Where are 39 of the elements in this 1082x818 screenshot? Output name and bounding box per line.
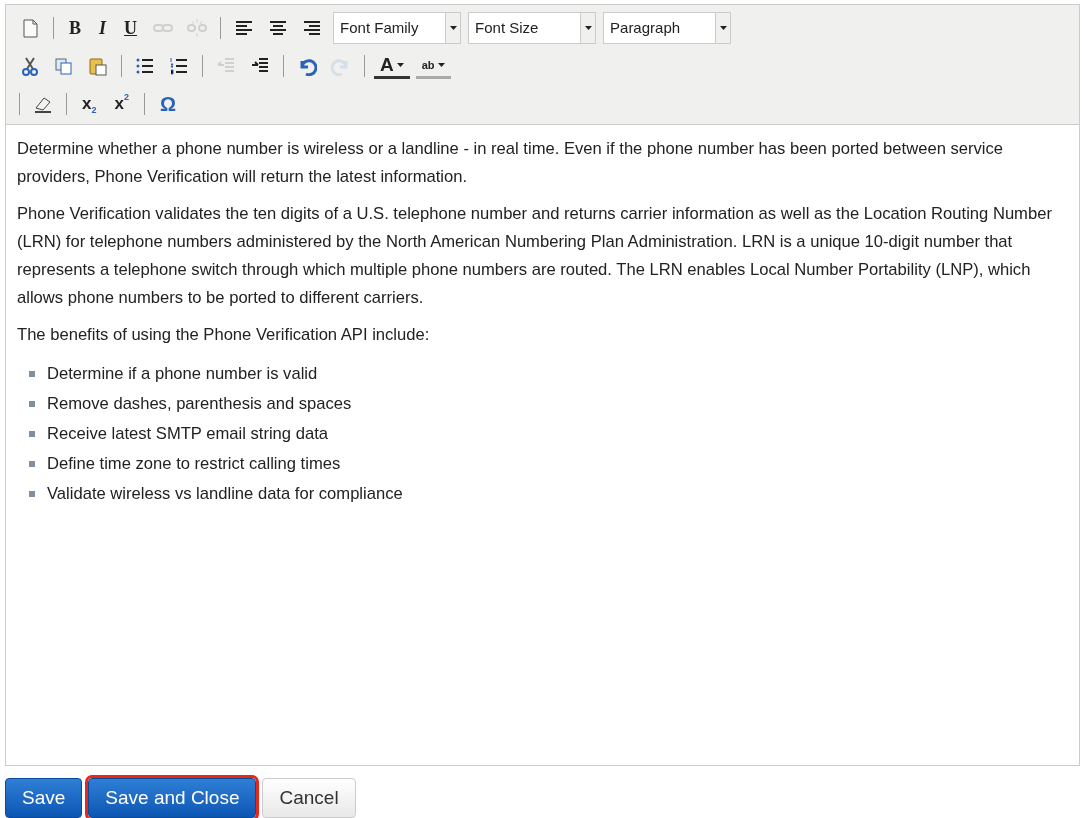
paragraph: The benefits of using the Phone Verification API include: [17, 324, 431, 346]
list-item: Define time zone to restrict calling times [47, 453, 341, 475]
caret-icon [396, 62, 404, 67]
italic-button[interactable]: I [93, 15, 113, 41]
paragraph: Determine whether a phone number is wireless or a landline - in real time. Even if the phone number has been ported between service providers, Phone Verification will return the latest information. [17, 138, 1005, 188]
scissors-icon[interactable] [20, 56, 40, 76]
caret-icon [584, 26, 592, 30]
text-color-button[interactable]: A [374, 53, 410, 79]
align-left-icon[interactable] [234, 18, 255, 38]
copy-icon[interactable] [54, 56, 74, 76]
special-character-button[interactable]: Ω [153, 91, 182, 117]
dropdown[interactable]: Paragraph [603, 12, 732, 44]
dropdown[interactable]: Font Size [468, 12, 597, 44]
list-item: Remove dashes, parenthesis and spaces [47, 393, 352, 415]
list-item: Determine if a phone number is valid [47, 363, 318, 385]
primary-button[interactable]: Save [5, 778, 83, 818]
highlight-button[interactable]: ab [415, 53, 451, 79]
clipboard-icon[interactable] [88, 56, 108, 76]
list-item: Validate wireless vs landline data for compliance [47, 483, 403, 505]
bullet-list-icon[interactable] [135, 56, 155, 76]
bullet-icon [29, 401, 35, 407]
numbered-list-icon[interactable] [169, 56, 189, 76]
bullet-icon [29, 431, 35, 437]
caret-icon [437, 62, 445, 67]
caret-icon [719, 26, 727, 30]
bold-button[interactable]: B [63, 15, 87, 41]
bullet-icon [29, 371, 35, 377]
list-item: Receive latest SMTP email string data [47, 423, 328, 445]
underline-button[interactable]: U [118, 15, 144, 41]
align-right-icon[interactable] [302, 18, 323, 38]
new-document-icon[interactable] [20, 18, 40, 38]
caret-icon [449, 26, 457, 30]
cancel-button[interactable]: Cancel [262, 778, 356, 818]
bullet-icon [29, 491, 35, 497]
paragraph: Phone Verification validates the ten digits of a U.S. telephone number and returns carrier information as well as the Location Routing Number (LRN) for telephone numbers administered by the North American Numbering Plan Administration. LRN is a unique 10-digit number that represents a telephone switch through which multiple phone numbers are routed. The LRN enables Local Number Portability (LNP), which allows phone numbers to be ported to different carriers. [17, 203, 1053, 309]
dropdown[interactable]: Font Family [333, 12, 462, 44]
align-center-icon[interactable] [268, 18, 289, 38]
bullet-icon [29, 461, 35, 467]
primary-button[interactable]: Save and Close [88, 778, 257, 818]
